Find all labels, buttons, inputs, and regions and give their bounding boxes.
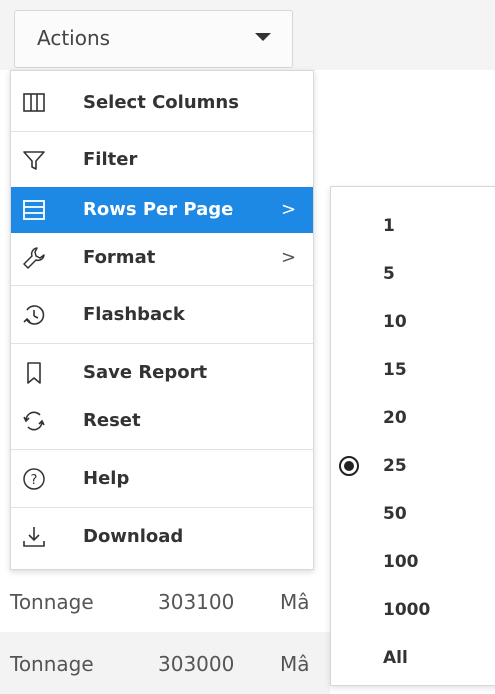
columns-icon xyxy=(21,90,47,116)
table-row: Tonnage 303000 Mâ xyxy=(0,632,330,694)
table-cell: Mâ xyxy=(280,652,310,676)
option-label: 10 xyxy=(383,312,407,332)
actions-button[interactable]: Actions xyxy=(14,10,293,68)
menu-item-label: Help xyxy=(83,468,130,489)
chevron-right-icon: > xyxy=(281,247,297,268)
bookmark-icon xyxy=(21,360,47,386)
menu-divider xyxy=(11,449,313,450)
rows-icon xyxy=(21,197,47,223)
help-icon: ? xyxy=(21,466,47,492)
menu-item-label: Flashback xyxy=(83,304,185,325)
option-label: 5 xyxy=(383,264,395,284)
svg-text:?: ? xyxy=(31,473,38,488)
menu-divider xyxy=(11,131,313,132)
menu-item-label: Format xyxy=(83,247,156,268)
table-row: Tonnage 303100 Mâ xyxy=(0,570,330,632)
option-label: 15 xyxy=(383,360,407,380)
caret-down-icon xyxy=(255,33,271,41)
table-cell: Mâ xyxy=(280,590,310,614)
actions-label: Actions xyxy=(37,26,111,50)
wrench-icon xyxy=(21,245,47,271)
menu-item-label: Reset xyxy=(83,410,141,431)
menu-item-label: Filter xyxy=(83,149,138,170)
menu-item-format[interactable]: Format > xyxy=(11,235,313,281)
rows-option-25[interactable]: 25 xyxy=(331,442,495,490)
option-label: 100 xyxy=(383,552,419,572)
rows-option-15[interactable]: 15 xyxy=(331,346,495,394)
menu-item-label: Select Columns xyxy=(83,92,239,113)
rows-option-100[interactable]: 100 xyxy=(331,538,495,586)
table-cell: Tonnage xyxy=(10,590,94,614)
menu-item-filter[interactable]: Filter xyxy=(11,137,313,183)
rows-option-1[interactable]: 1 xyxy=(331,202,495,250)
option-label: 20 xyxy=(383,408,407,428)
flashback-icon xyxy=(21,302,47,328)
rows-option-5[interactable]: 5 xyxy=(331,250,495,298)
table-cell: 303100 xyxy=(158,590,235,614)
chevron-right-icon: > xyxy=(281,199,297,220)
download-icon xyxy=(21,524,47,550)
rows-option-50[interactable]: 50 xyxy=(331,490,495,538)
option-label: All xyxy=(383,648,408,668)
menu-item-label: Download xyxy=(83,526,184,547)
rows-per-page-submenu: 1 5 10 15 20 25 50 100 1000 All xyxy=(330,186,495,686)
menu-divider xyxy=(11,343,313,344)
menu-item-save-report[interactable]: Save Report xyxy=(11,350,313,396)
rows-option-all[interactable]: All xyxy=(331,634,495,682)
menu-item-select-columns[interactable]: Select Columns xyxy=(11,80,313,126)
menu-divider xyxy=(11,285,313,286)
filter-icon xyxy=(21,147,47,173)
actions-menu: Select Columns Filter Rows Per Page > Fo… xyxy=(10,70,314,570)
option-label: 1000 xyxy=(383,600,431,620)
menu-item-rows-per-page[interactable]: Rows Per Page > xyxy=(11,187,313,233)
option-label: 1 xyxy=(383,216,395,236)
option-label: 50 xyxy=(383,504,407,524)
rows-option-1000[interactable]: 1000 xyxy=(331,586,495,634)
table-cell: 303000 xyxy=(158,652,235,676)
menu-item-download[interactable]: Download xyxy=(11,514,313,560)
reset-icon xyxy=(21,408,47,434)
table-cell: Tonnage xyxy=(10,652,94,676)
menu-item-reset[interactable]: Reset xyxy=(11,398,313,444)
menu-divider xyxy=(11,507,313,508)
menu-item-label: Save Report xyxy=(83,362,208,383)
radio-selected-icon xyxy=(339,456,359,476)
rows-option-10[interactable]: 10 xyxy=(331,298,495,346)
menu-item-label: Rows Per Page xyxy=(83,199,234,220)
rows-option-20[interactable]: 20 xyxy=(331,394,495,442)
menu-item-flashback[interactable]: Flashback xyxy=(11,292,313,338)
option-label: 25 xyxy=(383,456,407,476)
menu-item-help[interactable]: ? Help xyxy=(11,456,313,502)
